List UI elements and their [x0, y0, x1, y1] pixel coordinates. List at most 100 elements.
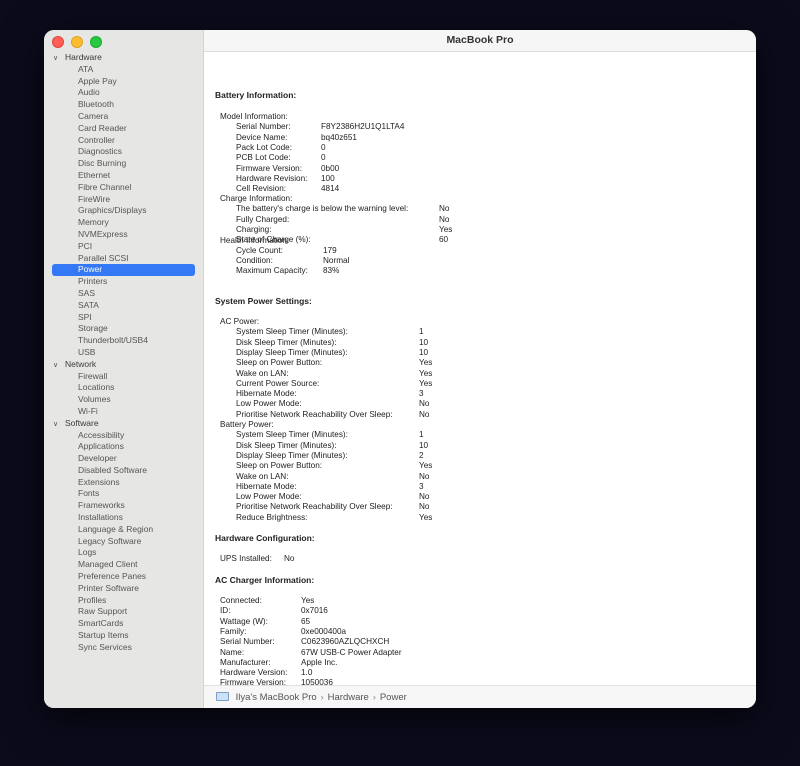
- property-label: Firmware Version:: [236, 163, 302, 173]
- sidebar-item-smartcards[interactable]: SmartCards: [44, 618, 203, 630]
- path-bar: Ilya's MacBook Pro › Hardware › Power: [204, 685, 756, 708]
- sidebar-item-fibre-channel[interactable]: Fibre Channel: [44, 182, 203, 194]
- property-value: 0x7016: [301, 606, 328, 616]
- property-label: Current Power Source:: [236, 378, 320, 388]
- sidebar-category-software[interactable]: ∨ Software: [44, 418, 203, 430]
- sidebar-item-sync-services[interactable]: Sync Services: [44, 642, 203, 654]
- sidebar-item-preference-panes[interactable]: Preference Panes: [44, 571, 203, 583]
- property-label: ID:: [220, 606, 231, 616]
- sidebar-item-audio[interactable]: Audio: [44, 87, 203, 99]
- property-value: bq40z651: [321, 132, 357, 142]
- sidebar-item-frameworks[interactable]: Frameworks: [44, 500, 203, 512]
- sidebar-item-spi[interactable]: SPI: [44, 312, 203, 324]
- property-value: 10: [419, 440, 429, 450]
- property-label: Device Name:: [236, 132, 288, 142]
- sidebar-item-raw-support[interactable]: Raw Support: [44, 606, 203, 618]
- sidebar-item-startup-items[interactable]: Startup Items: [44, 630, 203, 642]
- property-value: 179: [323, 245, 337, 255]
- property-label: Connected:: [220, 596, 262, 605]
- window-controls: [52, 36, 102, 48]
- sidebar-item-memory[interactable]: Memory: [44, 217, 203, 229]
- sidebar-item-managed-client[interactable]: Managed Client: [44, 559, 203, 571]
- property-label: Sleep on Power Button:: [236, 358, 323, 368]
- sidebar-tree: ∨ Hardware ATA Apple Pay Audio Bluetooth Camer…: [44, 52, 203, 654]
- property-value: 4814: [321, 184, 340, 194]
- sidebar-item-bluetooth[interactable]: Bluetooth: [44, 99, 203, 111]
- sidebar-item-usb[interactable]: USB: [44, 347, 203, 359]
- system-information-window: ∨ Hardware ATA Apple Pay Audio Bluetooth Camer…: [44, 30, 756, 708]
- sidebar-item-pci[interactable]: PCI: [44, 241, 203, 253]
- sidebar-item-applications[interactable]: Applications: [44, 441, 203, 453]
- chevron-right-icon: ›: [372, 692, 376, 702]
- sidebar-item-printers[interactable]: Printers: [44, 276, 203, 288]
- property-value: C0623960AZLQCHXCH: [301, 637, 390, 647]
- sidebar-item-legacy-software[interactable]: Legacy Software: [44, 536, 203, 548]
- property-value: No: [439, 214, 450, 224]
- sidebar: ∨ Hardware ATA Apple Pay Audio Bluetooth Camer…: [44, 30, 204, 708]
- sidebar-item-fonts[interactable]: Fonts: [44, 488, 203, 500]
- chevron-down-icon[interactable]: ∨: [53, 419, 65, 431]
- sidebar-item-nvmexpress[interactable]: NVMExpress: [44, 229, 203, 241]
- sidebar-item-power[interactable]: Power: [52, 264, 195, 277]
- sidebar-item-logs[interactable]: Logs: [44, 547, 203, 559]
- sidebar-item-storage[interactable]: Storage: [44, 323, 203, 335]
- property-value: Yes: [301, 596, 315, 605]
- property-label: Cell Revision:: [236, 184, 287, 194]
- property-label: Wattage (W):: [220, 616, 268, 626]
- sidebar-item-disc-burning[interactable]: Disc Burning: [44, 158, 203, 170]
- sidebar-item-ethernet[interactable]: Ethernet: [44, 170, 203, 182]
- sidebar-item-installations[interactable]: Installations: [44, 512, 203, 524]
- sidebar-item-disabled-software[interactable]: Disabled Software: [44, 465, 203, 477]
- sidebar-item-card-reader[interactable]: Card Reader: [44, 123, 203, 135]
- sidebar-item-sata[interactable]: SATA: [44, 300, 203, 312]
- property-value: Yes: [419, 358, 433, 368]
- sidebar-item-diagnostics[interactable]: Diagnostics: [44, 146, 203, 158]
- sidebar-item-developer[interactable]: Developer: [44, 453, 203, 465]
- sidebar-item-sas[interactable]: SAS: [44, 288, 203, 300]
- report-content: Battery Information: Model Information: Se…: [204, 52, 756, 698]
- sidebar-item-accessibility[interactable]: Accessibility: [44, 430, 203, 442]
- property-value: 60: [439, 235, 449, 245]
- sidebar-category-hardware[interactable]: ∨ Hardware: [44, 52, 203, 64]
- sidebar-item-volumes[interactable]: Volumes: [44, 394, 203, 406]
- chevron-down-icon[interactable]: ∨: [53, 53, 65, 65]
- path-item[interactable]: Hardware: [328, 692, 369, 703]
- sidebar-item-ata[interactable]: ATA: [44, 64, 203, 76]
- property-value: 0xe000400a: [301, 626, 347, 636]
- sidebar-item-printer-software[interactable]: Printer Software: [44, 583, 203, 595]
- path-item[interactable]: Ilya's MacBook Pro: [236, 692, 317, 703]
- sidebar-item-locations[interactable]: Locations: [44, 382, 203, 394]
- sidebar-item-thunderbolt-usb4[interactable]: Thunderbolt/USB4: [44, 335, 203, 347]
- sidebar-item-extensions[interactable]: Extensions: [44, 477, 203, 489]
- group-header: Health Information:: [220, 235, 290, 245]
- sidebar-item-firewall[interactable]: Firewall: [44, 371, 203, 383]
- sidebar-item-apple-pay[interactable]: Apple Pay: [44, 76, 203, 88]
- path-item[interactable]: Power: [380, 692, 407, 703]
- property-value: Yes: [419, 461, 433, 471]
- property-label: Manufacturer:: [220, 657, 271, 667]
- sidebar-item-controller[interactable]: Controller: [44, 135, 203, 147]
- close-button[interactable]: [52, 36, 64, 48]
- property-label: The battery's charge is below the warnin…: [236, 204, 409, 214]
- property-label: Condition:: [236, 256, 273, 266]
- property-label: Hardware Revision:: [236, 173, 308, 183]
- property-label: Prioritise Network Reachability Over Sle…: [236, 502, 393, 512]
- chevron-right-icon: ›: [320, 692, 324, 702]
- property-label: System Sleep Timer (Minutes):: [236, 430, 348, 440]
- sidebar-item-language-region[interactable]: Language & Region: [44, 524, 203, 536]
- sidebar-category-label: Software: [65, 417, 99, 428]
- property-value: Yes: [419, 512, 433, 522]
- sidebar-item-graphics-displays[interactable]: Graphics/Displays: [44, 205, 203, 217]
- chevron-down-icon[interactable]: ∨: [53, 360, 65, 372]
- sidebar-item-parallel-scsi[interactable]: Parallel SCSI: [44, 253, 203, 265]
- property-value: 10: [419, 347, 429, 357]
- minimize-button[interactable]: [71, 36, 83, 48]
- sidebar-item-wi-fi[interactable]: Wi-Fi: [44, 406, 203, 418]
- property-label: Hibernate Mode:: [236, 481, 297, 491]
- sidebar-item-firewire[interactable]: FireWire: [44, 194, 203, 206]
- zoom-button[interactable]: [90, 36, 102, 48]
- sidebar-item-camera[interactable]: Camera: [44, 111, 203, 123]
- sidebar-item-profiles[interactable]: Profiles: [44, 595, 203, 607]
- sidebar-category-network[interactable]: ∨ Network: [44, 359, 203, 371]
- property-value: Yes: [439, 224, 453, 234]
